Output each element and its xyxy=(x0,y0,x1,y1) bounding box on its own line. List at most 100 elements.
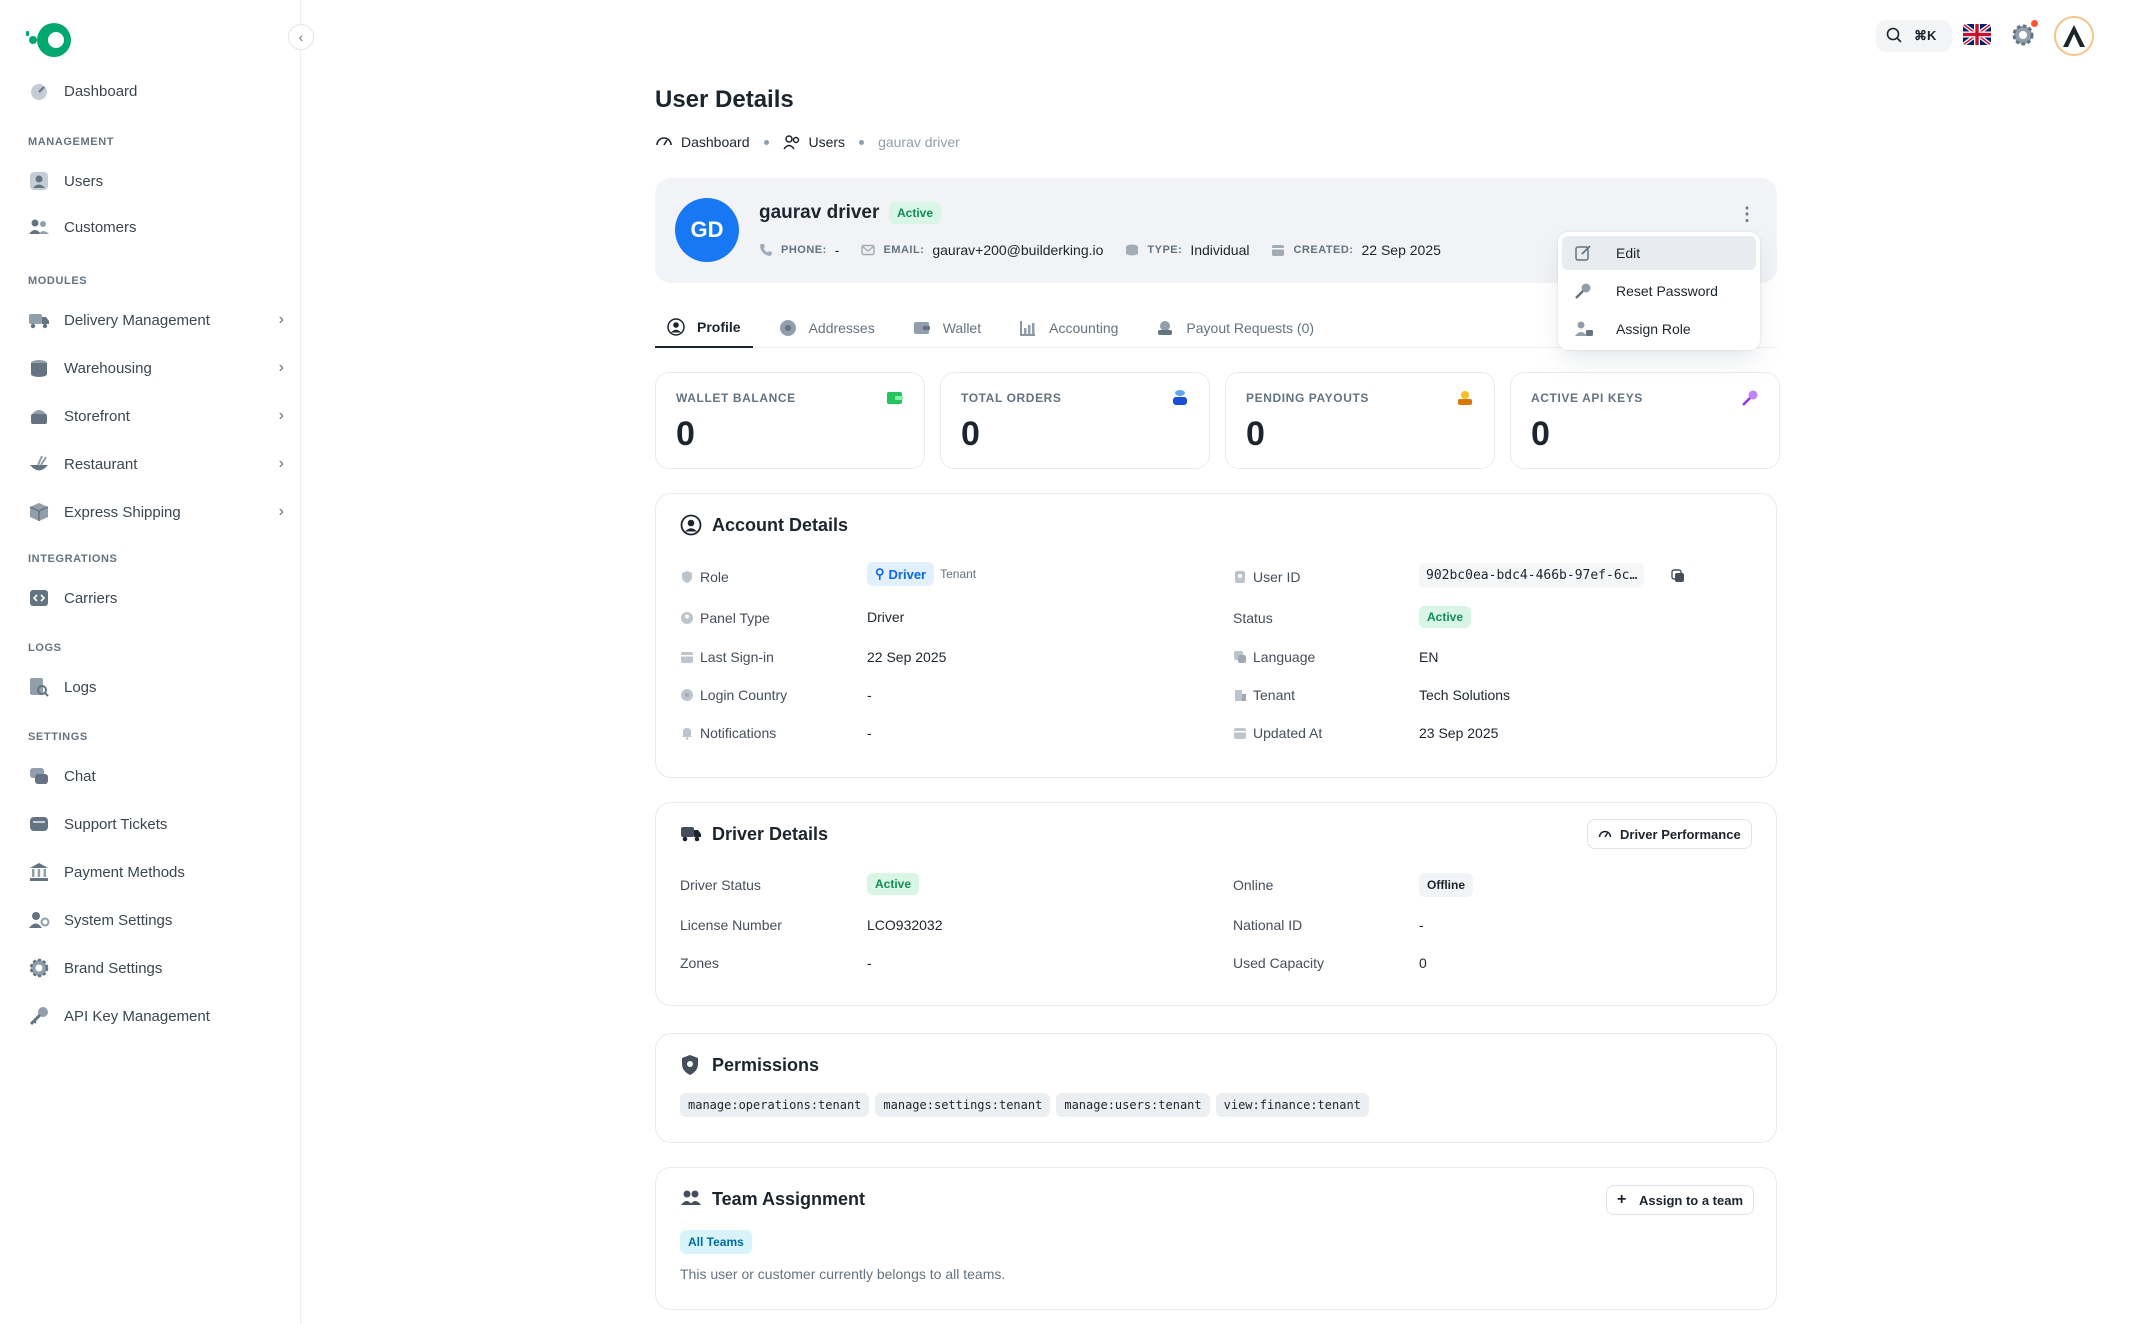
chevron-left-icon: ‹ xyxy=(298,29,304,45)
sidebar-item-label: Chat xyxy=(64,767,96,785)
orders-icon xyxy=(1171,389,1189,407)
notifications-value: - xyxy=(867,725,872,741)
card-title: Driver Details xyxy=(680,823,828,845)
sidebar-item-customers[interactable]: Customers xyxy=(28,207,284,247)
user-actions-menu: Edit Reset Password Assign Role xyxy=(1558,232,1760,350)
tab-payout-requests[interactable]: Payout Requests (0) xyxy=(1144,308,1326,348)
user-name: gaurav driver xyxy=(759,202,880,223)
type-icon xyxy=(1125,243,1139,257)
tab-profile[interactable]: Profile xyxy=(655,308,753,348)
driver-performance-button[interactable]: Driver Performance xyxy=(1587,819,1752,849)
status-badge: Active xyxy=(1419,606,1472,628)
license-number-label: License Number xyxy=(680,917,782,933)
page-title: User Details xyxy=(655,86,794,113)
tab-label: Payout Requests (0) xyxy=(1186,320,1315,336)
sidebar-item-storefront[interactable]: Storefront › xyxy=(28,396,284,436)
sidebar-item-support-tickets[interactable]: Support Tickets xyxy=(28,804,284,844)
chat-icon xyxy=(28,765,50,787)
updated-at-label: Updated At xyxy=(1233,725,1322,741)
sidebar-item-carriers[interactable]: Carriers xyxy=(28,578,284,618)
sidebar-item-label: Dashboard xyxy=(64,82,138,100)
user-avatar: GD xyxy=(675,198,739,262)
role-chip: ⚲ Driver xyxy=(867,562,935,586)
breadcrumb: Dashboard Users gaurav driver xyxy=(655,133,960,151)
used-capacity-value: 0 xyxy=(1419,955,1427,971)
permission-chip: view:finance:tenant xyxy=(1215,1093,1369,1117)
breadcrumb-dashboard[interactable]: Dashboard xyxy=(681,134,750,150)
chevron-right-icon: › xyxy=(278,455,284,472)
phone-icon xyxy=(759,243,773,257)
menu-item-edit[interactable]: Edit xyxy=(1562,236,1756,270)
stat-label: ACTIVE API KEYS xyxy=(1531,391,1643,405)
status-badge: Active xyxy=(889,202,942,224)
sidebar-item-label: API Key Management xyxy=(64,1007,210,1025)
sidebar-item-restaurant[interactable]: Restaurant › xyxy=(28,444,284,484)
login-country-label: Login Country xyxy=(680,687,787,703)
user-meta: PHONE: - EMAIL: gaurav+200@builderking.i… xyxy=(759,242,1463,258)
app-logo[interactable] xyxy=(26,18,78,62)
sidebar-item-warehousing[interactable]: Warehousing › xyxy=(28,348,284,388)
restaurant-icon xyxy=(28,453,50,475)
stat-value: 0 xyxy=(961,415,980,453)
sidebar-item-logs[interactable]: Logs xyxy=(28,667,284,707)
dashboard-icon xyxy=(655,133,673,151)
sidebar-item-label: Express Shipping xyxy=(64,503,181,521)
zones-value: - xyxy=(867,955,872,971)
email-value: gaurav+200@builderking.io xyxy=(932,242,1104,258)
plus-icon: + xyxy=(1617,1191,1627,1208)
chevron-right-icon: › xyxy=(278,503,284,520)
sidebar-item-express-shipping[interactable]: Express Shipping › xyxy=(28,492,284,532)
avatar[interactable] xyxy=(2054,16,2094,56)
status-badge: Active xyxy=(867,873,920,895)
sidebar-item-payment-methods[interactable]: Payment Methods xyxy=(28,852,284,892)
section-modules: MODULES xyxy=(28,275,88,287)
store-icon xyxy=(28,405,50,427)
card-title-text: Permissions xyxy=(712,1054,820,1075)
accounting-icon xyxy=(1019,319,1037,337)
status-label: Status xyxy=(1233,610,1273,626)
tenant-label: Tenant xyxy=(1233,687,1295,703)
menu-item-reset-password[interactable]: Reset Password xyxy=(1562,274,1756,308)
tab-accounting[interactable]: Accounting xyxy=(1007,308,1130,348)
card-title-text: Account Details xyxy=(712,514,849,535)
payout-icon xyxy=(1156,319,1174,337)
email-label: EMAIL: xyxy=(883,244,925,256)
driver-status-value: Active xyxy=(867,873,920,895)
tab-addresses[interactable]: Addresses xyxy=(767,308,887,348)
sidebar-item-chat[interactable]: Chat xyxy=(28,756,284,796)
last-signin-value: 22 Sep 2025 xyxy=(867,649,947,665)
tab-wallet[interactable]: Wallet xyxy=(901,308,993,348)
sidebar-item-brand-settings[interactable]: Brand Settings xyxy=(28,948,284,988)
menu-item-assign-role[interactable]: Assign Role xyxy=(1562,312,1756,346)
team-icon xyxy=(680,1188,702,1210)
created-label: CREATED: xyxy=(1293,244,1354,256)
stat-wallet-balance: WALLET BALANCE 0 xyxy=(655,372,925,469)
stat-total-orders: TOTAL ORDERS 0 xyxy=(940,372,1210,469)
sidebar-item-system-settings[interactable]: System Settings xyxy=(28,900,284,940)
code-icon xyxy=(28,587,50,609)
search-button[interactable]: ⌘K xyxy=(1876,20,1952,52)
user-id-value: 902bc0ea-bdc4-466b-97ef-6c… xyxy=(1419,563,1645,588)
panel-type-label: Panel Type xyxy=(680,610,770,626)
more-options-icon[interactable]: ⋮ xyxy=(1735,202,1759,226)
collapse-sidebar-button[interactable]: ‹ xyxy=(288,24,314,50)
assign-team-button[interactable]: + Assign to a team xyxy=(1606,1185,1755,1215)
sidebar-item-dashboard[interactable]: Dashboard xyxy=(28,71,284,111)
bank-icon xyxy=(28,861,50,883)
role-scope: Tenant xyxy=(940,567,977,581)
sidebar-item-delivery-management[interactable]: Delivery Management › xyxy=(28,300,284,340)
language-flag-icon[interactable] xyxy=(1963,24,1991,45)
breadcrumb-users[interactable]: Users xyxy=(809,134,846,150)
permission-chip: manage:settings:tenant xyxy=(875,1093,1051,1117)
card-title-text: Driver Details xyxy=(712,823,829,844)
search-icon xyxy=(1886,27,1902,46)
user-role-icon xyxy=(1574,320,1593,338)
copy-icon[interactable] xyxy=(1671,569,1685,583)
search-shortcut: ⌘K xyxy=(1914,28,1937,43)
tab-label: Accounting xyxy=(1049,320,1119,336)
sidebar-item-api-key-management[interactable]: API Key Management xyxy=(28,996,284,1036)
email-icon xyxy=(861,243,876,257)
sidebar-item-users[interactable]: Users xyxy=(28,161,284,201)
tab-label: Wallet xyxy=(942,320,982,336)
tab-label: Addresses xyxy=(808,320,875,336)
